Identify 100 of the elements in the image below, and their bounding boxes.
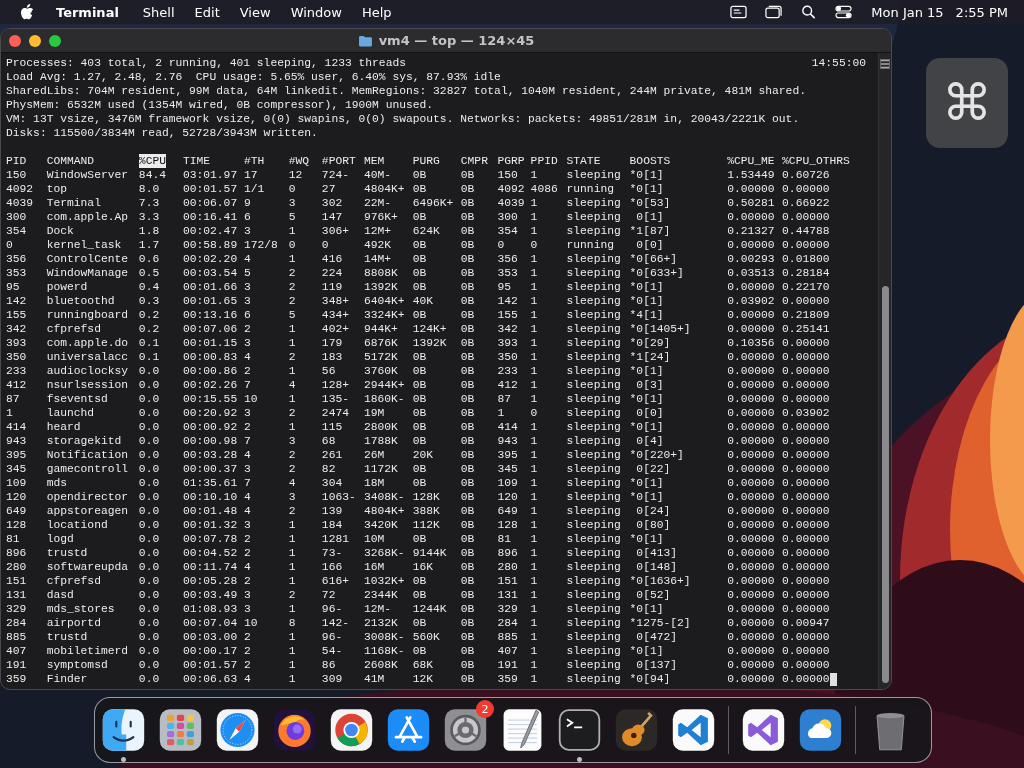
table-cell: 12M-: [363, 602, 391, 616]
table-cell: sleeping: [566, 322, 621, 336]
loop-icon[interactable]: [741, 707, 786, 753]
table-cell: 5: [288, 308, 296, 322]
table-cell: sleeping: [566, 168, 621, 182]
table-cell: 0.0: [138, 504, 160, 518]
table-cell: 0.0: [138, 546, 160, 560]
search-icon[interactable]: [800, 5, 818, 19]
table-cell: 0B: [412, 210, 427, 224]
table-cell-text: 0[22]: [635, 462, 671, 476]
display-icon[interactable]: [730, 5, 748, 19]
table-cell: 0.25141: [782, 322, 830, 336]
table-cell: sleeping: [566, 574, 621, 588]
minimize-button[interactable]: [29, 34, 41, 47]
table-cell: 00:10.10: [182, 490, 238, 504]
table-cell: 0B: [460, 588, 475, 602]
globe-icon[interactable]: [272, 707, 317, 753]
menu-item[interactable]: Edit: [184, 4, 230, 20]
table-cell: Terminal: [46, 196, 101, 210]
compass-icon[interactable]: [215, 707, 260, 753]
table-cell: sleeping: [566, 518, 621, 532]
table-cell: 4092: [497, 182, 525, 196]
apple-logo-icon[interactable]: [20, 4, 34, 20]
table-cell: running: [566, 238, 614, 252]
table-cell: 00:00.83: [182, 350, 238, 364]
menu-clock[interactable]: 2:55 PM: [953, 4, 1018, 20]
close-button[interactable]: [9, 34, 21, 47]
guitar-icon[interactable]: [614, 707, 659, 753]
table-cell-text: 0[3]: [635, 378, 664, 392]
menu-date[interactable]: Mon Jan 15: [861, 4, 954, 20]
app-store-icon[interactable]: [386, 707, 431, 753]
table-cell: 0B: [460, 420, 475, 434]
table-cell: com.apple.do: [46, 336, 129, 350]
gear-icon[interactable]: [443, 707, 488, 753]
table-cell: 1172K: [363, 462, 398, 476]
scrollbar-thumb[interactable]: [881, 286, 889, 683]
table-cell: 00:02.26: [182, 378, 238, 392]
table-cell: 00:04.52: [182, 546, 238, 560]
table-cell: 00:06.63: [182, 672, 238, 686]
table-cell: 00:03.00: [182, 630, 238, 644]
table-cell: 0.00000: [727, 322, 775, 336]
app-menu[interactable]: Terminal: [46, 4, 129, 20]
table-cell: 2: [243, 322, 251, 336]
table-cell: 0B: [460, 560, 475, 574]
table-cell: 0B: [460, 658, 475, 672]
windows-icon[interactable]: [765, 5, 783, 19]
table-cell: 0.5: [138, 266, 160, 280]
table-cell: 4: [243, 504, 251, 518]
table-cell: 0B: [460, 434, 475, 448]
shortcut-hud: ⌘: [926, 58, 1008, 148]
table-cell: 1.53449: [727, 168, 775, 182]
table-cell: 124K+: [412, 322, 447, 336]
table-cell: 306+: [321, 224, 349, 238]
menu-item[interactable]: View: [229, 4, 281, 20]
table-cell: 0.50281: [727, 196, 775, 210]
face-icon[interactable]: [101, 707, 146, 753]
table-cell: 00:02.47: [182, 224, 238, 238]
table-cell: 120: [6, 490, 27, 504]
menu-item[interactable]: Window: [280, 4, 352, 20]
browser-ring-icon[interactable]: [329, 707, 374, 753]
table-cell: 00:02.20: [182, 252, 238, 266]
grid-icon[interactable]: [158, 707, 203, 753]
table-cell: sleeping: [566, 434, 621, 448]
table-cell: 1: [530, 616, 538, 630]
table-cell: top: [46, 182, 67, 196]
table-cell: 6: [243, 308, 251, 322]
table-cell: 649: [6, 504, 27, 518]
code-editor-icon[interactable]: [671, 707, 716, 753]
table-cell: runningboard: [46, 308, 129, 322]
table-cell: 00:13.16: [182, 308, 238, 322]
table-cell: 2800K: [363, 420, 398, 434]
table-cell: 0.2: [138, 322, 160, 336]
table-cell: 1168K-: [363, 644, 405, 658]
cloud-icon[interactable]: [798, 707, 843, 753]
table-cell: sleeping: [566, 616, 621, 630]
zoom-button[interactable]: [49, 34, 61, 47]
table-cell: softwareupda: [46, 560, 129, 574]
table-cell: cfprefsd: [46, 574, 101, 588]
table-cell: 00:01.66: [182, 280, 238, 294]
scrollbar[interactable]: [878, 53, 891, 689]
table-cell: 0: [321, 238, 329, 252]
table-cell: 0B: [412, 168, 427, 182]
terminal-icon[interactable]: [557, 707, 602, 753]
table-cell: 395: [497, 448, 518, 462]
table-cell: 0.00000: [782, 294, 830, 308]
table-cell: 944K+: [363, 322, 398, 336]
control-center-icon[interactable]: [835, 5, 853, 19]
table-cell: 95: [6, 280, 20, 294]
table-cell: 00:00.92: [182, 420, 238, 434]
table-cell: 0B: [412, 532, 427, 546]
lines-icon[interactable]: [880, 59, 890, 69]
table-cell: *0[1636+]: [629, 574, 691, 588]
table-cell: 3008K-: [363, 630, 405, 644]
table-cell: 26M: [363, 448, 385, 462]
menu-item[interactable]: Shell: [132, 4, 185, 20]
table-cell: 0.00000: [782, 504, 830, 518]
column-header: PGRP: [497, 154, 525, 168]
menu-item[interactable]: Help: [351, 4, 402, 20]
table-cell: 1: [530, 280, 538, 294]
table-cell: 41M: [363, 672, 385, 686]
